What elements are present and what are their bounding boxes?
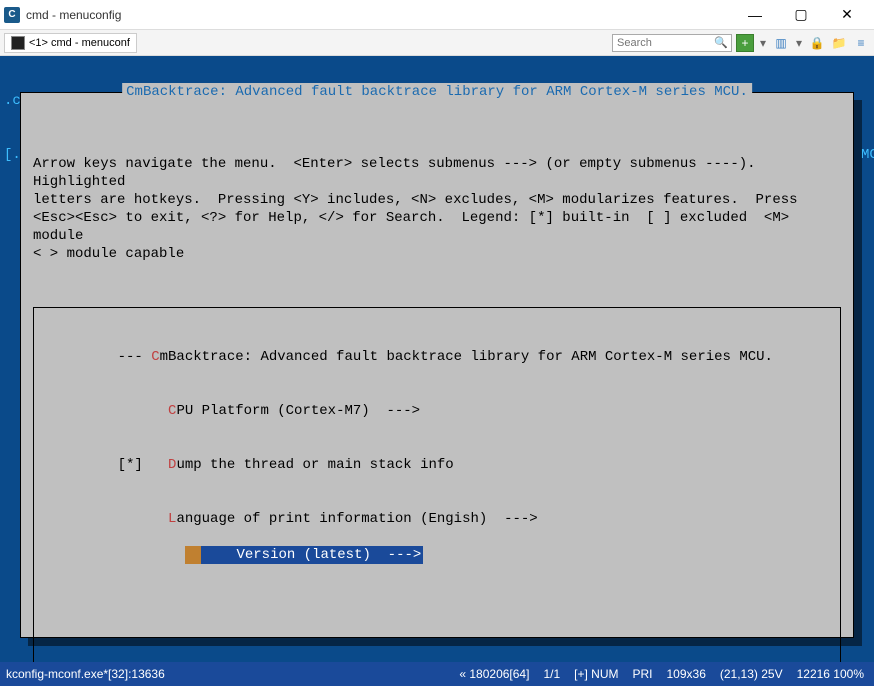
- status-seg: 1/1: [539, 667, 564, 681]
- menu-item-dump[interactable]: [*] Dump the thread or main stack info: [42, 456, 832, 474]
- status-seg: « 180206[64]: [455, 667, 533, 681]
- search-icon[interactable]: 🔍: [714, 36, 728, 49]
- add-dropdown-icon[interactable]: ▾: [758, 34, 768, 52]
- menu-item-cpu[interactable]: CPU Platform (Cortex-M7) --->: [42, 402, 832, 420]
- window-title: cmd - menuconfig: [26, 8, 732, 22]
- menu-icon[interactable]: ≡: [852, 34, 870, 52]
- close-button[interactable]: ✕: [824, 0, 870, 30]
- window-icon[interactable]: ▥: [772, 34, 790, 52]
- terminal: .config - RT-Thread Configuration [...] …: [0, 56, 874, 662]
- menu-list: --- CmBacktrace: Advanced fault backtrac…: [33, 307, 841, 662]
- search-wrap: 🔍: [612, 34, 732, 52]
- statusbar: kconfig-mconf.exe*[32]:13636 « 180206[64…: [0, 662, 874, 686]
- folder-icon[interactable]: 📁: [830, 34, 848, 52]
- app-icon: C: [4, 7, 20, 23]
- maximize-button[interactable]: ▢: [778, 0, 824, 30]
- status-seg: (21,13) 25V: [716, 667, 787, 681]
- menu-item-language[interactable]: Language of print information (Engish) -…: [42, 510, 832, 528]
- selection-marker: [185, 546, 201, 564]
- menu-item-version-selected[interactable]: Version (latest) --->: [109, 546, 423, 564]
- status-seg: 109x36: [663, 667, 710, 681]
- lock-icon[interactable]: 🔒: [808, 34, 826, 52]
- window-dropdown-icon[interactable]: ▾: [794, 34, 804, 52]
- dialog-title: CmBacktrace: Advanced fault backtrace li…: [122, 83, 752, 101]
- toolbar: <1> cmd - menuconf 🔍 + ▾ ▥ ▾ 🔒 📁 ≡: [0, 30, 874, 56]
- dialog-help-text: Arrow keys navigate the menu. <Enter> se…: [21, 147, 853, 267]
- status-left: kconfig-mconf.exe*[32]:13636: [6, 667, 449, 681]
- status-seg: PRI: [628, 667, 656, 681]
- status-seg: [+] NUM: [570, 667, 622, 681]
- status-seg: 12216 100%: [793, 667, 868, 681]
- titlebar: C cmd - menuconfig — ▢ ✕: [0, 0, 874, 30]
- dialog-box: CmBacktrace: Advanced fault backtrace li…: [20, 92, 854, 638]
- dialog: CmBacktrace: Advanced fault backtrace li…: [20, 92, 862, 646]
- window-controls: — ▢ ✕: [732, 0, 870, 30]
- tab-label: <1> cmd - menuconf: [29, 37, 130, 49]
- menu-item[interactable]: --- CmBacktrace: Advanced fault backtrac…: [42, 348, 832, 366]
- minimize-button[interactable]: —: [732, 0, 778, 30]
- console-icon: [11, 36, 25, 50]
- tab-cmd[interactable]: <1> cmd - menuconf: [4, 33, 137, 53]
- add-button[interactable]: +: [736, 34, 754, 52]
